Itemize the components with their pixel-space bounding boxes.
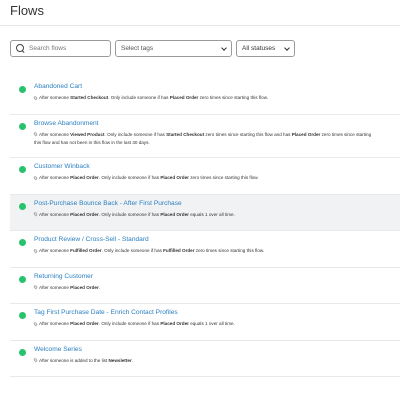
trigger-icon bbox=[33, 131, 38, 137]
trigger-text: zero times since starting this flow and … bbox=[204, 131, 292, 137]
tags-select[interactable]: Select tags bbox=[115, 40, 232, 57]
flow-trigger-text: After someone Started Checkout. Only inc… bbox=[33, 94, 374, 102]
trigger-text: equals 1 over all time. bbox=[188, 321, 235, 326]
trigger-metric: Placed Order bbox=[169, 95, 199, 100]
trigger-text: After someone bbox=[39, 248, 71, 253]
trigger-text: After someone bbox=[39, 284, 71, 290]
flow-trigger-text: After someone Placed Order. bbox=[33, 284, 374, 292]
flow-name-link[interactable]: Welcome Series bbox=[34, 346, 82, 353]
page-header: Flows bbox=[0, 0, 400, 26]
trigger-metric: Placed Order bbox=[160, 211, 189, 217]
flow-name-link[interactable]: Abandoned Cart bbox=[34, 83, 82, 90]
flow-name-link[interactable]: Returning Customer bbox=[34, 273, 93, 280]
trigger-text: . Only include someone if has bbox=[108, 95, 170, 100]
trigger-icon bbox=[33, 211, 38, 217]
flow-row[interactable]: Welcome Series After someone is added to… bbox=[10, 341, 400, 377]
flow-name-link[interactable]: Product Review / Cross-Sell - Standard bbox=[34, 236, 149, 243]
trigger-text: After someone bbox=[39, 131, 71, 137]
trigger-metric: Fulfilled Order bbox=[163, 248, 195, 253]
status-live-icon bbox=[19, 86, 26, 93]
flow-trigger-text: After someone is added to the list Newsl… bbox=[33, 357, 374, 365]
trigger-icon bbox=[33, 95, 38, 101]
trigger-text: After someone bbox=[39, 175, 71, 180]
trigger-metric: Placed Order bbox=[70, 284, 99, 290]
trigger-metric: Newsletter bbox=[108, 357, 132, 363]
trigger-text: . Only include someone if has bbox=[98, 321, 161, 326]
trigger-text: zero times since starting this flow. bbox=[198, 95, 269, 100]
status-live-icon bbox=[19, 312, 26, 319]
trigger-text: . Only include someone if has bbox=[98, 175, 161, 180]
trigger-metric: Placed Order bbox=[160, 321, 189, 326]
trigger-text: . bbox=[131, 357, 133, 363]
flow-row[interactable]: Customer Winback After someone Placed Or… bbox=[10, 158, 400, 195]
flows-page: Flows Select tags All statuses Abandoned… bbox=[0, 0, 400, 405]
trigger-metric: Viewed Product bbox=[70, 131, 105, 137]
status-live-icon bbox=[19, 202, 26, 210]
trigger-icon bbox=[33, 357, 38, 363]
trigger-metric: Placed Order bbox=[70, 211, 99, 217]
trigger-text: . Only include someone if has bbox=[104, 131, 167, 137]
trigger-text: . Only include someone if has bbox=[101, 248, 164, 253]
trigger-metric: Started Checkout bbox=[70, 95, 109, 100]
flow-list: Abandoned Cart After someone Started Che… bbox=[10, 78, 400, 377]
flow-trigger-text: After someone Placed Order. Only include… bbox=[33, 320, 374, 328]
trigger-icon bbox=[33, 321, 38, 327]
trigger-text: equals 1 over all time. bbox=[188, 211, 235, 217]
trigger-metric: Placed Order bbox=[291, 131, 321, 137]
trigger-text: zero times since starting this flow. bbox=[194, 248, 265, 253]
tags-select-label: Select tags bbox=[121, 45, 154, 52]
status-select-label: All statuses bbox=[242, 45, 276, 52]
flow-row[interactable]: Tag First Purchase Date - Enrich Contact… bbox=[10, 304, 400, 341]
flow-trigger-text: After someone Viewed Product. Only inclu… bbox=[33, 131, 374, 148]
chevron-down-icon bbox=[284, 44, 290, 51]
status-live-icon bbox=[19, 239, 26, 246]
trigger-icon bbox=[33, 175, 38, 181]
flow-row[interactable]: Product Review / Cross-Sell - Standard A… bbox=[10, 231, 400, 268]
trigger-metric: Placed Order bbox=[70, 321, 99, 326]
flow-name-link[interactable]: Tag First Purchase Date - Enrich Contact… bbox=[34, 309, 178, 316]
trigger-text: zero times since starting this flow. bbox=[188, 175, 259, 180]
trigger-metric: Placed Order bbox=[70, 175, 99, 180]
flow-name-link[interactable]: Customer Winback bbox=[34, 163, 90, 170]
trigger-text: . Only include someone if has bbox=[98, 211, 161, 217]
chevron-down-icon bbox=[221, 44, 227, 51]
trigger-text: . bbox=[98, 284, 101, 290]
flow-name-link[interactable]: Post-Purchase Bounce Back - After First … bbox=[34, 200, 182, 207]
flow-row[interactable]: Abandoned Cart After someone Started Che… bbox=[10, 78, 400, 115]
search-box[interactable] bbox=[10, 40, 111, 57]
flow-row[interactable]: Browse Abandonment After someone Viewed … bbox=[10, 115, 400, 158]
trigger-text: After someone bbox=[39, 321, 71, 326]
trigger-metric: Placed Order bbox=[160, 175, 189, 180]
trigger-metric: Started Checkout bbox=[166, 131, 205, 137]
status-live-icon bbox=[19, 348, 26, 356]
status-live-icon bbox=[19, 122, 26, 130]
search-icon bbox=[16, 44, 25, 53]
filter-bar: Select tags All statuses bbox=[10, 40, 295, 57]
page-title: Flows bbox=[10, 3, 44, 18]
trigger-text: After someone bbox=[39, 95, 71, 100]
flow-row[interactable]: Returning Customer After someone Placed … bbox=[10, 268, 400, 304]
status-select[interactable]: All statuses bbox=[236, 40, 295, 57]
flow-trigger-text: After someone Fulfilled Order. Only incl… bbox=[33, 247, 374, 255]
status-live-icon bbox=[19, 275, 26, 283]
trigger-text: After someone bbox=[39, 211, 71, 217]
status-live-icon bbox=[19, 166, 26, 173]
flow-trigger-text: After someone Placed Order. Only include… bbox=[33, 174, 374, 182]
flow-name-link[interactable]: Browse Abandonment bbox=[34, 120, 99, 127]
trigger-icon bbox=[33, 248, 38, 254]
search-input[interactable] bbox=[29, 45, 107, 52]
flow-row[interactable]: Post-Purchase Bounce Back - After First … bbox=[10, 194, 400, 231]
trigger-icon bbox=[33, 284, 38, 290]
trigger-text: After someone is added to the list bbox=[39, 357, 109, 363]
flow-trigger-text: After someone Placed Order. Only include… bbox=[33, 211, 374, 219]
trigger-metric: Fulfilled Order bbox=[70, 248, 102, 253]
